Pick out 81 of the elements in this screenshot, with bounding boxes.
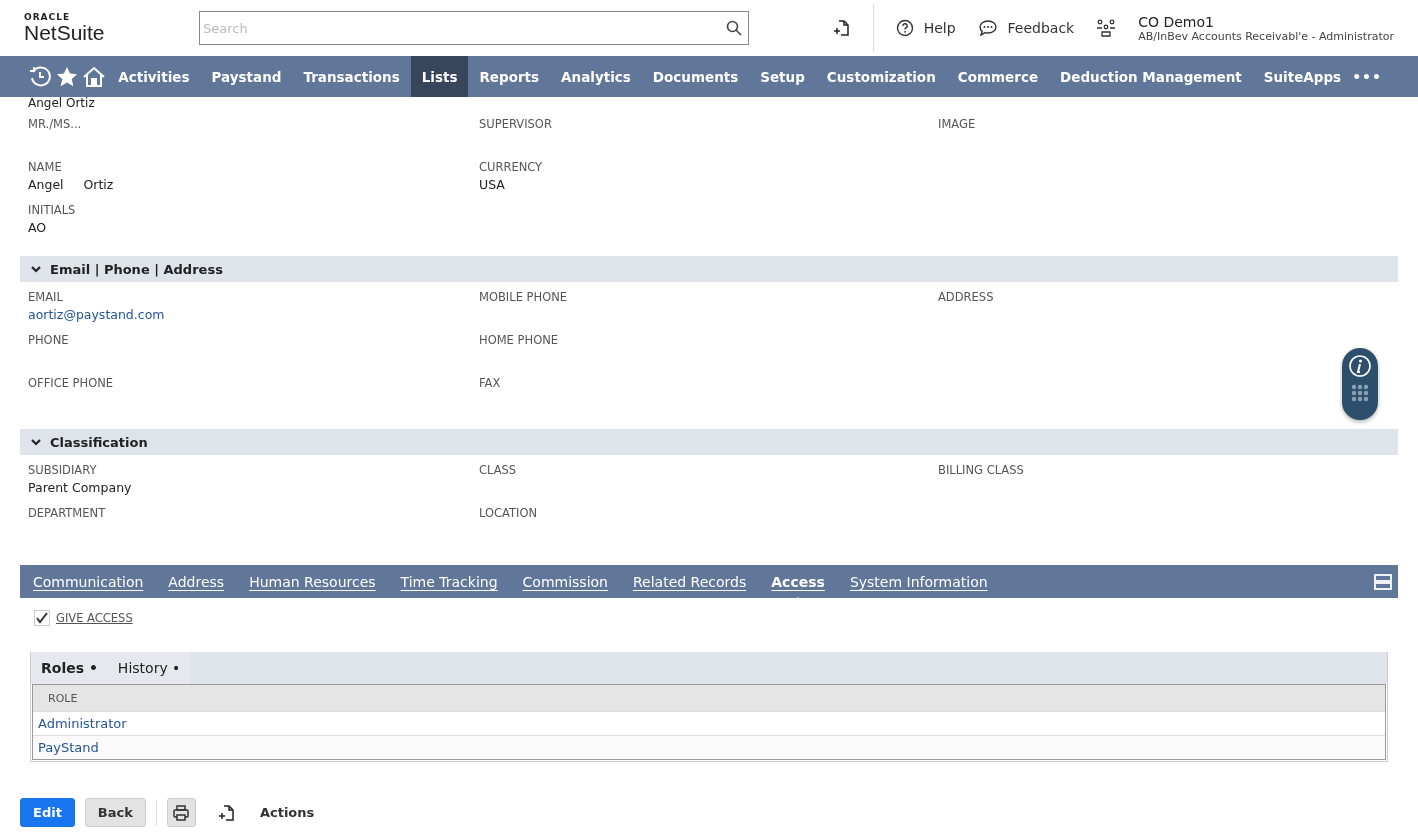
more-menu-button[interactable]: ••• [1352, 56, 1382, 97]
field-label: ADDRESS [938, 290, 995, 305]
nav-menu-item[interactable]: Documents [641, 56, 750, 97]
field-label: FAX [479, 376, 502, 391]
inner-tab[interactable]: History • [107, 652, 191, 684]
field-label: MR./MS... [28, 117, 83, 132]
recent-icon[interactable] [28, 65, 51, 88]
subtab[interactable]: Access [771, 571, 825, 592]
new-record-icon[interactable] [832, 19, 851, 37]
subtab[interactable]: Commission [522, 571, 608, 592]
field-label: MOBILE PHONE [479, 290, 569, 305]
subtab[interactable]: System Information [849, 571, 988, 592]
section-header[interactable]: Email | Phone | Address [20, 256, 1398, 282]
field-value: USA [479, 176, 506, 194]
role-link[interactable]: PayStand [38, 740, 99, 755]
feedback-link[interactable]: Feedback [977, 19, 1075, 37]
info-icon[interactable] [1348, 354, 1372, 378]
home-icon[interactable] [81, 65, 106, 88]
field-label: BILLING CLASS [938, 463, 1025, 478]
help-widget[interactable] [1342, 348, 1378, 420]
subtab[interactable]: Communication [33, 571, 144, 592]
nav-menu-item[interactable]: Lists [410, 56, 469, 97]
section-header[interactable]: Classification [20, 429, 1398, 455]
nav-menu-item[interactable]: Paystand [200, 56, 293, 97]
edit-button[interactable]: Edit [20, 798, 75, 827]
nav-menu-item[interactable]: Deduction Management [1049, 56, 1253, 97]
nav-menu-item[interactable]: Commerce [946, 56, 1050, 97]
checkbox[interactable] [34, 610, 50, 626]
field-label: SUPERVISOR [479, 117, 553, 132]
search-field[interactable]: Search [199, 11, 749, 45]
column-header: ROLE [33, 685, 1385, 711]
section-title: Classification [50, 434, 148, 450]
field-label: NAME [28, 160, 63, 175]
printer-icon [173, 804, 190, 821]
subtab[interactable]: Time Tracking [400, 571, 498, 592]
subtab[interactable]: Human Resources [249, 571, 376, 592]
new-record-icon[interactable] [217, 803, 236, 822]
people-icon[interactable] [1096, 18, 1117, 38]
subtab[interactable]: Address [168, 571, 225, 592]
help-icon [895, 19, 914, 37]
account-name[interactable]: CO Demo1 [1138, 13, 1394, 30]
subtab[interactable]: Related Records [633, 571, 747, 592]
field-label: SUBSIDIARY [28, 463, 98, 478]
list-view-icon[interactable] [1374, 573, 1392, 590]
field-value: Angel Ortiz [28, 176, 115, 194]
field-label: DEPARTMENT [28, 506, 107, 521]
record-title: Angel Ortiz [27, 97, 96, 109]
nav-menu-item[interactable]: SuiteApps [1252, 56, 1353, 97]
field-label: IMAGE [938, 117, 977, 132]
field-label: CLASS [479, 463, 518, 478]
inner-tab[interactable]: Roles • [31, 652, 108, 684]
nav-menu-item[interactable]: Transactions [292, 56, 411, 97]
field-label: INITIALS [28, 203, 77, 218]
account-role: AB/InBev Accounts Receivabl'e - Administrator [1138, 29, 1394, 43]
nav-menu-item[interactable]: Activities [107, 56, 201, 97]
star-icon[interactable] [55, 65, 78, 88]
field-link[interactable]: aortiz@paystand.com [28, 305, 479, 325]
search-icon[interactable] [726, 20, 742, 36]
grid-dots-icon[interactable] [1351, 384, 1369, 402]
section-title: Email | Phone | Address [50, 261, 223, 277]
nav-menu-item[interactable]: Reports [468, 56, 551, 97]
print-button[interactable] [166, 798, 196, 827]
logo-text: NetSuite [24, 22, 106, 44]
field-label: PHONE [28, 333, 70, 348]
back-button[interactable]: Back [84, 798, 146, 827]
speech-bubble-icon [977, 19, 998, 37]
field-label: OFFICE PHONE [28, 376, 115, 391]
nav-menu-item[interactable]: Analytics [550, 56, 642, 97]
checkbox-label: GIVE ACCESS [56, 611, 133, 625]
help-link[interactable]: Help [895, 19, 956, 37]
field-label: EMAIL [28, 290, 64, 305]
field-label: HOME PHONE [479, 333, 560, 348]
nav-menu-item[interactable]: Customization [815, 56, 947, 97]
field-value: AO [28, 219, 48, 237]
field-value: Parent Company [28, 479, 133, 497]
field-label: LOCATION [479, 506, 539, 521]
nav-menu-item[interactable]: Setup [749, 56, 816, 97]
logo-text: ORACLE [24, 12, 72, 22]
actions-menu[interactable]: Actions [259, 805, 315, 820]
role-link[interactable]: Administrator [38, 716, 127, 731]
field-label: CURRENCY [479, 160, 544, 175]
